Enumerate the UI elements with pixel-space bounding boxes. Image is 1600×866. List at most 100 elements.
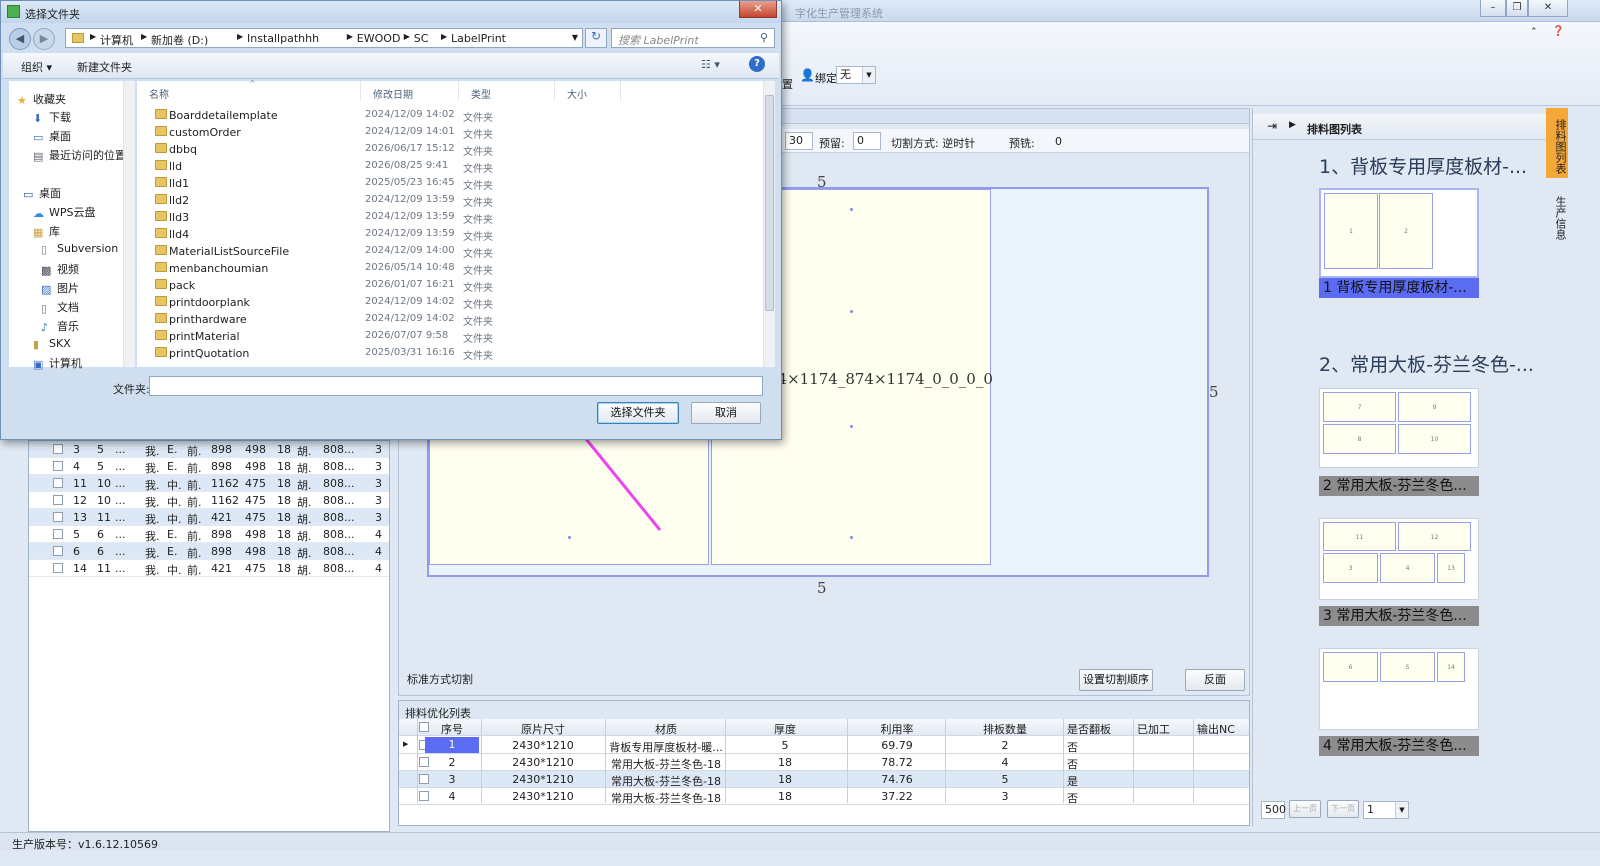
file-date: 2024/12/09 14:02	[365, 313, 455, 324]
file-row[interactable]: MaterialListSourceFile 2024/12/09 14:00 文件…	[137, 243, 757, 260]
breadcrumb-item[interactable]: Installpathhh	[247, 32, 319, 45]
dialog-toolbar: 组织 ▾ 新建文件夹 ☷ ▾ ?	[3, 53, 779, 79]
folder-icon	[155, 262, 167, 272]
app-icon	[7, 5, 20, 18]
folder-icon	[155, 245, 167, 255]
file-type: 文件夹	[463, 181, 493, 192]
file-row[interactable]: pack 2026/01/07 16:21 文件夹	[137, 277, 757, 294]
nav-item-desktop1[interactable]: ▭ 桌面	[33, 128, 71, 144]
breadcrumb-item[interactable]: LabelPrint	[451, 32, 506, 45]
new-folder-button[interactable]: 新建文件夹	[77, 59, 132, 75]
file-type: 文件夹	[463, 317, 493, 328]
forward-button[interactable]: ▶	[33, 28, 55, 50]
file-name: printhardware	[169, 313, 247, 326]
file-row[interactable]: customOrder 2024/12/09 14:01 文件夹	[137, 124, 757, 141]
column-date[interactable]: 修改日期	[361, 81, 459, 101]
nav-item-label: WPS云盘	[49, 206, 96, 219]
file-row[interactable]: lld3 2024/12/09 13:59 文件夹	[137, 209, 757, 226]
refresh-icon[interactable]: ↻	[585, 28, 607, 48]
select-folder-dialog: 选择文件夹 ✕ ◀ ▶ ▶ 计算机 ▶ 新加卷 (D:) ▶ Installpathhh ▶…	[0, 0, 782, 440]
nav-item-favorites[interactable]: ★ 收藏夹	[17, 91, 66, 107]
file-row[interactable]: lld2 2024/12/09 13:59 文件夹	[137, 192, 757, 209]
scroll-thumb[interactable]	[765, 95, 774, 311]
search-input[interactable]: 搜索 LabelPrint ⚲	[611, 28, 775, 48]
video-icon: ▩	[41, 264, 52, 277]
nav-item-wps[interactable]: ☁ WPS云盘	[33, 204, 96, 220]
file-row[interactable]: printhardware 2024/12/09 14:02 文件夹	[137, 311, 757, 328]
file-list-scrollbar[interactable]	[763, 81, 775, 367]
nav-item-video[interactable]: ▩ 视频	[41, 261, 79, 277]
file-type: 文件夹	[463, 300, 493, 311]
file-date: 2026/06/17 15:12	[365, 143, 455, 154]
folder-icon	[155, 177, 167, 187]
help-icon[interactable]: ?	[749, 56, 765, 72]
folder-icon	[155, 126, 167, 136]
nav-item-subversion[interactable]: ▯ Subversion	[41, 242, 118, 256]
file-type: 文件夹	[463, 198, 493, 209]
select-folder-button[interactable]: 选择文件夹	[597, 402, 679, 424]
file-row[interactable]: lld 2026/08/25 9:41 文件夹	[137, 158, 757, 175]
nav-scrollbar[interactable]	[123, 81, 135, 367]
file-date: 2024/12/09 14:00	[365, 245, 455, 256]
nav-item-recent[interactable]: ▤ 最近访问的位置	[33, 147, 126, 163]
chevron-down-icon[interactable]: ▼	[572, 33, 578, 42]
search-icon: ⚲	[759, 31, 768, 44]
folder-icon	[155, 160, 167, 170]
column-type[interactable]: 类型	[459, 81, 555, 101]
file-row[interactable]: printdoorplank 2024/12/09 14:02 文件夹	[137, 294, 757, 311]
cancel-button[interactable]: 取消	[691, 402, 761, 424]
desktop-icon: ▭	[23, 188, 34, 201]
file-name: lld3	[169, 211, 190, 224]
file-name: lld4	[169, 228, 190, 241]
file-name: dbbq	[169, 143, 197, 156]
breadcrumb-item[interactable]: 新加卷 (D:)	[151, 32, 208, 48]
folder-name-input[interactable]	[149, 376, 763, 396]
breadcrumb-item[interactable]: EWOOD	[357, 32, 401, 45]
breadcrumb-separator-icon: ▶	[141, 32, 148, 41]
nav-item-documents[interactable]: ▯ 文档	[41, 299, 79, 315]
organize-button[interactable]: 组织 ▾	[21, 59, 52, 75]
nav-item-desktop2[interactable]: ▭ 桌面	[23, 185, 61, 201]
file-row[interactable]: menbanchoumian 2026/05/14 10:48 文件夹	[137, 260, 757, 277]
download-icon: ⬇	[33, 112, 43, 125]
file-name: lld1	[169, 177, 190, 190]
address-bar[interactable]: ▶ 计算机 ▶ 新加卷 (D:) ▶ Installpathhh ▶ EWOOD ▶ SC ▶ Lab…	[65, 28, 583, 48]
desktop-icon: ▭	[33, 131, 44, 144]
file-type: 文件夹	[463, 215, 493, 226]
nav-item-library[interactable]: ▦ 库	[33, 223, 60, 239]
file-row[interactable]: Boarddetailemplate 2024/12/09 14:02 文件夹	[137, 107, 757, 124]
column-size[interactable]: 大小	[555, 81, 621, 101]
nav-item-computer[interactable]: ▣ 计算机	[33, 355, 82, 371]
view-options-icon[interactable]: ☷ ▾	[701, 58, 720, 71]
nav-item-skx[interactable]: ▮ SKX	[33, 337, 71, 351]
folder-icon	[155, 194, 167, 204]
file-name: Boarddetailemplate	[169, 109, 278, 122]
user-folder-icon: ▮	[33, 338, 40, 351]
file-row[interactable]: printMaterial 2026/07/07 9:58 文件夹	[137, 328, 757, 345]
file-row[interactable]: lld4 2024/12/09 13:59 文件夹	[137, 226, 757, 243]
file-date: 2024/12/09 14:01	[365, 126, 455, 137]
dialog-titlebar: 选择文件夹 ✕	[1, 1, 781, 23]
file-list: 名称 修改日期 类型 大小 ^ Boarddetailemplate 2024/12…	[137, 79, 775, 367]
breadcrumb-item[interactable]: 计算机	[100, 32, 133, 48]
close-button[interactable]: ✕	[739, 1, 777, 18]
file-row[interactable]: printQuotation 2025/03/31 16:16 文件夹	[137, 345, 757, 362]
file-row[interactable]: lld1 2025/05/23 16:45 文件夹	[137, 175, 757, 192]
dialog-title: 选择文件夹	[25, 8, 80, 21]
breadcrumb-item[interactable]: SC	[414, 32, 429, 45]
library-icon: ▦	[33, 226, 44, 239]
nav-item-music[interactable]: ♪ 音乐	[41, 318, 79, 334]
back-button[interactable]: ◀	[9, 28, 31, 50]
file-date: 2024/12/09 13:59	[365, 194, 455, 205]
nav-item-downloads[interactable]: ⬇ 下载	[33, 109, 71, 125]
folder-icon	[155, 347, 167, 357]
nav-item-label: 最近访问的位置	[49, 149, 126, 162]
breadcrumb-separator-icon: ▶	[346, 32, 353, 41]
file-name: customOrder	[169, 126, 241, 139]
navigation-pane: ★ 收藏夹 ⬇ 下载 ▭ 桌面 ▤ 最近访问的位置 ▭ 桌面 ☁ WPS云盘 ▦ 库 ▯ Subversion…	[9, 81, 135, 371]
file-row[interactable]: dbbq 2026/06/17 15:12 文件夹	[137, 141, 757, 158]
nav-item-pictures[interactable]: ▨ 图片	[41, 280, 79, 296]
nav-item-label: 图片	[57, 282, 79, 295]
file-date: 2026/07/07 9:58	[365, 330, 449, 341]
file-type: 文件夹	[463, 283, 493, 294]
